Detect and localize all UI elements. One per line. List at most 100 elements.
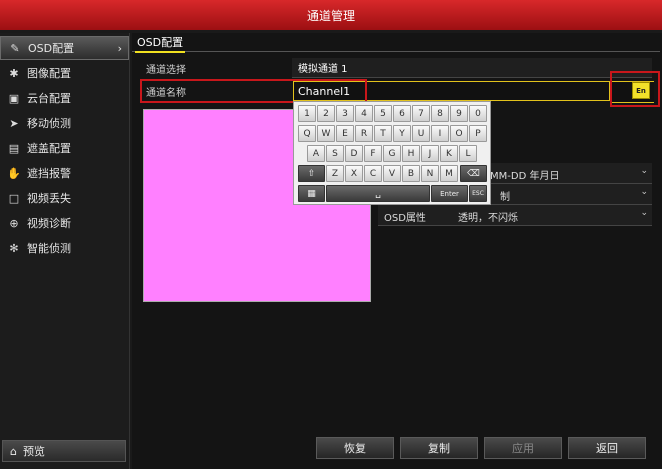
key-b[interactable]: B (402, 165, 420, 182)
key-v[interactable]: V (383, 165, 401, 182)
key-y[interactable]: Y (393, 125, 411, 142)
key-x[interactable]: X (345, 165, 363, 182)
sidebar-item-label: 移动侦测 (27, 117, 71, 130)
key-shift[interactable]: ⇧ (298, 165, 325, 182)
key-m[interactable]: M (440, 165, 458, 182)
sidebar-item-smart[interactable]: ✻ 智能侦测 (0, 236, 129, 260)
key-esc[interactable]: ESC (469, 185, 487, 202)
key-8[interactable]: 8 (431, 105, 449, 122)
key-5[interactable]: 5 (374, 105, 392, 122)
tab-osd[interactable]: OSD配置 (135, 34, 186, 53)
key-space[interactable]: ␣ (326, 185, 430, 202)
sidebar: ✎ OSD配置 › ✱ 图像配置 ▣ 云台配置 ➤ 移动侦测 ▤ 遮盖配置 ✋ … (0, 33, 130, 469)
key-o[interactable]: O (450, 125, 468, 142)
osd-attr-row[interactable]: OSD属性 透明，不闪烁 ⌄ (378, 205, 652, 226)
time-format-value: 制 (500, 192, 510, 203)
motion-icon: ➤ (9, 116, 19, 130)
key-backspace[interactable]: ⌫ (460, 165, 487, 182)
key-r[interactable]: R (355, 125, 373, 142)
key-p[interactable]: P (469, 125, 487, 142)
key-2[interactable]: 2 (317, 105, 335, 122)
key-s[interactable]: S (326, 145, 344, 162)
key-9[interactable]: 9 (450, 105, 468, 122)
key-6[interactable]: 6 (393, 105, 411, 122)
sidebar-item-label: 视频诊断 (27, 217, 71, 230)
ptz-icon: ▣ (8, 91, 20, 105)
osd-attr-value: 透明，不闪烁 (458, 213, 518, 224)
main-panel: OSD配置 通道选择 模拟通道 1 通道名称 Channel1 En MM-DD… (132, 33, 662, 469)
sidebar-item-label: 云台配置 (27, 92, 71, 105)
highlight-lang-button (610, 71, 660, 107)
key-c[interactable]: C (364, 165, 382, 182)
highlight-name-label (140, 79, 367, 103)
sidebar-item-tamper[interactable]: ✋ 遮挡报警 (0, 161, 129, 185)
shift-icon: ⇧ (307, 168, 316, 179)
channel-select-row: 通道选择 模拟通道 1 (142, 58, 652, 78)
key-symbols[interactable]: ▦ (298, 185, 325, 202)
channel-select-dropdown[interactable]: 模拟通道 1 (292, 58, 652, 78)
key-k[interactable]: K (440, 145, 458, 162)
symbols-icon: ▦ (307, 188, 316, 199)
key-t[interactable]: T (374, 125, 392, 142)
apply-button[interactable]: 应用 (484, 437, 562, 459)
sidebar-item-image[interactable]: ✱ 图像配置 (0, 61, 129, 85)
key-4[interactable]: 4 (355, 105, 373, 122)
chevron-down-icon: ⌄ (640, 208, 648, 218)
key-z[interactable]: Z (326, 165, 344, 182)
image-icon: ✱ (9, 66, 19, 80)
sidebar-item-label: 视频丢失 (27, 192, 71, 205)
back-button[interactable]: 返回 (568, 437, 646, 459)
sidebar-item-label: 遮挡报警 (27, 167, 71, 180)
preview-label: 预览 (22, 445, 45, 458)
chevron-down-icon: ⌄ (640, 166, 648, 176)
sidebar-item-osd[interactable]: ✎ OSD配置 › (0, 36, 129, 60)
key-n[interactable]: N (421, 165, 439, 182)
channel-select-label: 通道选择 (146, 65, 186, 76)
sidebar-item-video-loss[interactable]: □ 视频丢失 (0, 186, 129, 210)
chevron-right-icon: › (117, 41, 122, 55)
home-icon: ⌂ (10, 444, 17, 458)
sidebar-item-ptz[interactable]: ▣ 云台配置 (0, 86, 129, 110)
key-i[interactable]: I (431, 125, 449, 142)
sidebar-item-label: 图像配置 (27, 67, 71, 80)
onscreen-keyboard: 1 2 3 4 5 6 7 8 9 0 Q W E R T Y U I O P … (293, 101, 491, 205)
key-e[interactable]: E (336, 125, 354, 142)
window-titlebar: 通道管理 (0, 0, 662, 30)
diagnosis-icon: ⊕ (9, 216, 19, 230)
key-h[interactable]: H (402, 145, 420, 162)
preview-button[interactable]: ⌂ 预览 (2, 440, 126, 462)
sidebar-item-mask[interactable]: ▤ 遮盖配置 (0, 136, 129, 160)
video-loss-icon: □ (8, 191, 20, 205)
key-l[interactable]: L (459, 145, 477, 162)
tab-bar: OSD配置 (132, 33, 660, 53)
sidebar-item-diagnosis[interactable]: ⊕ 视频诊断 (0, 211, 129, 235)
osd-attr-label: OSD属性 (384, 213, 426, 224)
key-0[interactable]: 0 (469, 105, 487, 122)
key-j[interactable]: J (421, 145, 439, 162)
smart-icon: ✻ (9, 241, 19, 255)
sidebar-item-label: 智能侦测 (27, 242, 71, 255)
key-3[interactable]: 3 (336, 105, 354, 122)
tamper-icon: ✋ (7, 166, 21, 180)
key-f[interactable]: F (364, 145, 382, 162)
space-icon: ␣ (375, 188, 381, 199)
key-d[interactable]: D (345, 145, 363, 162)
sidebar-item-motion[interactable]: ➤ 移动侦测 (0, 111, 129, 135)
key-g[interactable]: G (383, 145, 401, 162)
osd-icon: ✎ (10, 41, 20, 55)
key-7[interactable]: 7 (412, 105, 430, 122)
key-u[interactable]: U (412, 125, 430, 142)
chevron-down-icon: ⌄ (640, 187, 648, 197)
mask-icon: ▤ (8, 141, 20, 155)
key-q[interactable]: Q (298, 125, 316, 142)
sidebar-item-label: 遮盖配置 (27, 142, 71, 155)
key-a[interactable]: A (307, 145, 325, 162)
key-1[interactable]: 1 (298, 105, 316, 122)
sidebar-item-label: OSD配置 (28, 42, 75, 55)
window-title: 通道管理 (306, 8, 355, 23)
key-enter[interactable]: Enter (431, 185, 468, 202)
copy-button[interactable]: 复制 (400, 437, 478, 459)
backspace-icon: ⌫ (467, 168, 480, 179)
restore-button[interactable]: 恢复 (316, 437, 394, 459)
key-w[interactable]: W (317, 125, 335, 142)
